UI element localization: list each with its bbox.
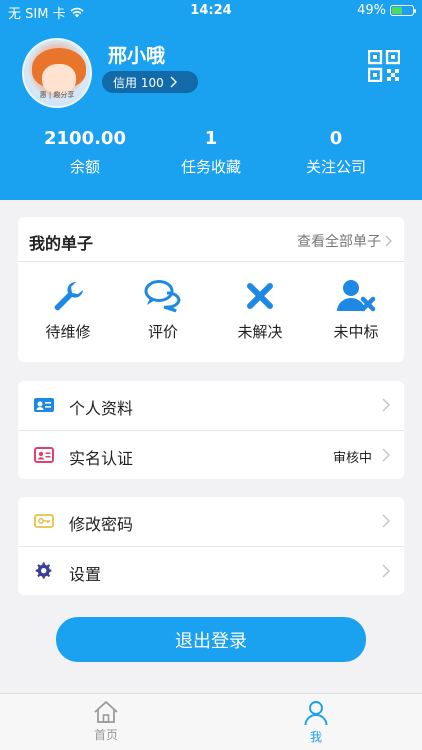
stat-favorites[interactable]: 1 任务收藏 [141,126,281,177]
stat-label: 关注公司 [305,158,366,176]
order-label: 未解决 [237,323,283,341]
menu-item-change-password[interactable]: 修改密码 [18,497,404,546]
menu-item-label: 实名认证 [69,449,134,468]
home-icon [94,701,118,723]
stat-followed-companies[interactable]: 0 关注公司 [266,126,406,177]
stat-value: 2100.00 [44,128,126,149]
menu-item-real-name-verification[interactable]: 实名认证 审核中 [18,430,404,479]
profile-header: 无 SIM 卡 14:24 49% 惠 | 趣分享 邢小哦 信用 100 210… [0,0,422,200]
cross-icon [247,283,273,309]
view-all-label: 查看全部单子 [297,234,381,250]
status-bar: 无 SIM 卡 14:24 49% [0,0,422,22]
real-name-card-icon [34,447,54,463]
battery-percent: 49% [357,3,386,18]
menu-item-personal-info[interactable]: 个人资料 [18,381,404,430]
credit-badge[interactable]: 信用 100 [102,71,198,93]
username: 邢小哦 [108,45,166,67]
verification-status: 审核中 [332,451,372,466]
my-orders-title: 我的单子 [29,234,94,253]
chevron-right-icon [385,235,392,247]
menu-item-label: 设置 [69,565,102,584]
menu-item-settings[interactable]: 设置 [18,546,404,595]
order-status-row: 待维修 评价 未解决 未中标 [18,279,404,349]
credit-label: 信用 100 [113,75,164,90]
my-orders-card: 我的单子 查看全部单子 待维修 评价 未解决 未中标 [18,217,404,362]
tab-label: 我 [309,730,322,744]
password-icon [34,514,54,528]
tab-bar: 首页 我 [0,693,422,750]
stat-value: 1 [204,128,218,149]
user-cross-icon [337,280,376,312]
chevron-right-icon [382,448,390,462]
order-unresolved[interactable]: 未解决 [212,279,308,342]
person-icon [304,701,328,726]
stats-row: 2100.00 余额 1 任务收藏 0 关注公司 [0,126,422,182]
battery-icon [390,5,416,16]
order-label: 待维修 [45,323,91,341]
order-review[interactable]: 评价 [115,279,211,342]
chevron-right-icon [382,398,390,412]
menu-item-label: 修改密码 [69,515,134,534]
menu-item-label: 个人资料 [69,399,134,418]
stat-label: 余额 [69,158,100,176]
chevron-right-icon [382,564,390,578]
order-label: 未中标 [333,323,379,341]
order-label: 评价 [147,323,178,341]
chevron-right-icon [382,514,390,528]
stat-value: 0 [329,128,343,149]
order-not-won[interactable]: 未中标 [308,279,404,342]
settings-menu-card: 修改密码 设置 [18,497,404,595]
view-all-orders-link[interactable]: 查看全部单子 [297,231,392,251]
my-orders-header: 我的单子 查看全部单子 [18,217,404,262]
gear-icon [35,562,52,579]
chat-bubbles-icon [144,280,181,313]
id-card-icon [34,398,54,412]
logout-button[interactable]: 退出登录 [56,617,366,662]
chevron-right-icon [170,76,177,88]
avatar[interactable]: 惠 | 趣分享 [22,38,92,108]
wrench-icon [54,282,83,311]
profile-menu-card: 个人资料 实名认证 审核中 [18,381,404,479]
stat-balance[interactable]: 2100.00 余额 [15,126,155,177]
avatar-caption: 惠 | 趣分享 [39,91,75,99]
order-pending-repair[interactable]: 待维修 [20,279,116,342]
tab-me[interactable]: 我 [276,700,356,745]
tab-label: 首页 [93,728,118,742]
tab-home[interactable]: 首页 [66,700,146,743]
qr-code-icon[interactable] [368,50,400,82]
stat-label: 任务收藏 [180,158,241,176]
